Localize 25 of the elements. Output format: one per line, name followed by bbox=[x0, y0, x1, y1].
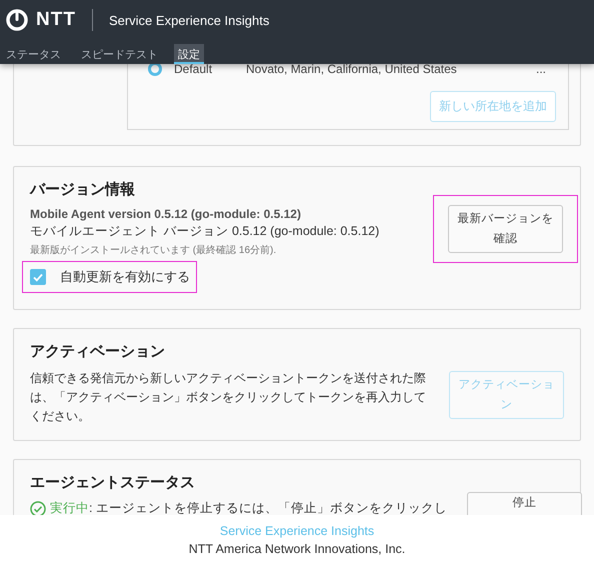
logo-text: NTT bbox=[36, 9, 76, 31]
activation-description: 信頼できる発信元から新しいアクティベーショントークンを送付された際は、「アクティベーション」ボタンをクリックしてトークンを再入力してください。 bbox=[30, 370, 427, 425]
update-status: 最新版がインストールされています (最終確認 16分前). bbox=[30, 244, 276, 257]
radio-button[interactable] bbox=[148, 62, 162, 76]
nav-tab[interactable]: 設定 bbox=[174, 44, 204, 64]
stop-button[interactable]: 停止 bbox=[466, 492, 582, 515]
section-title: エージェントステータス bbox=[30, 473, 196, 492]
section-title: バージョン情報 bbox=[30, 180, 136, 199]
version-text: モバイルエージェント バージョン 0.5.12 (go-module: 0.5.12) bbox=[30, 223, 380, 240]
checkbox[interactable] bbox=[30, 269, 46, 285]
nav-tab[interactable]: ステータス bbox=[2, 44, 65, 64]
checkbox-label: 自動更新を有効にする bbox=[60, 268, 190, 286]
logo-icon bbox=[6, 9, 28, 31]
location-address: Novato, Marin, California, United States bbox=[246, 62, 458, 76]
more-button[interactable]: ... bbox=[526, 62, 556, 76]
app-title: Service Experience Insights bbox=[108, 12, 270, 28]
version-text: Mobile Agent version 0.5.12 (go-module: 0.5.12) bbox=[30, 207, 301, 221]
company-name: NTT America Network Innovations, Inc. bbox=[188, 542, 406, 556]
checkmark-icon bbox=[32, 271, 44, 283]
status-message: : エージェントを停止するには、「停止」ボタンをクリックし bbox=[89, 500, 447, 515]
status-state: 実行中 bbox=[50, 500, 89, 515]
check-version-button[interactable]: 最新バージョンを確認 bbox=[448, 205, 563, 253]
section-title: アクティベーション bbox=[30, 342, 166, 361]
nav-tab[interactable]: スピードテスト bbox=[77, 44, 162, 64]
location-name: Default bbox=[174, 62, 214, 76]
